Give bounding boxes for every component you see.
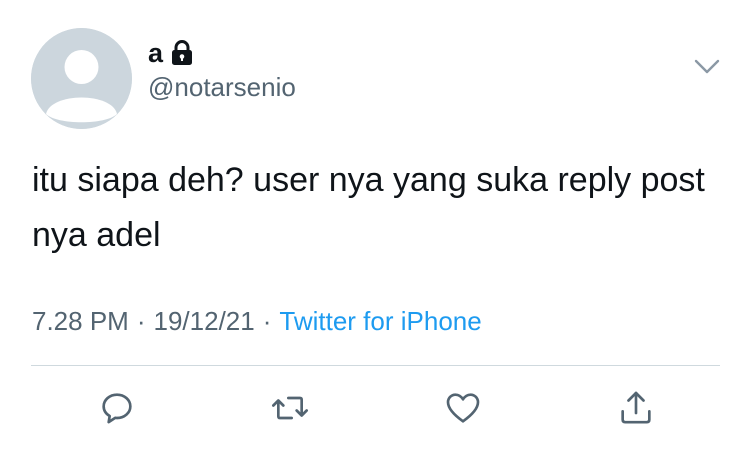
- share-icon: [621, 391, 651, 424]
- meta-separator: ·: [136, 306, 146, 336]
- tweet-time[interactable]: 7.28 PM: [32, 306, 129, 336]
- author-name-row: a: [148, 36, 193, 70]
- retweet-button[interactable]: [268, 386, 312, 430]
- retweet-icon: [272, 396, 308, 420]
- action-bar: [0, 386, 749, 434]
- chevron-down-icon[interactable]: [693, 56, 721, 78]
- default-avatar-icon: [31, 28, 132, 129]
- tweet-source-link[interactable]: Twitter for iPhone: [279, 306, 481, 336]
- tweet-card: a @notarsenio itu siapa deh? user nya ya…: [0, 0, 749, 449]
- heart-icon: [446, 393, 480, 423]
- tweet-text: itu siapa deh? user nya yang suka reply …: [32, 161, 705, 254]
- meta-separator: ·: [262, 306, 272, 336]
- author-handle[interactable]: @notarsenio: [148, 72, 296, 103]
- tweet-meta: 7.28 PM · 19/12/21 · Twitter for iPhone: [32, 306, 482, 337]
- lock-icon: [171, 40, 193, 66]
- divider: [31, 365, 720, 366]
- like-button[interactable]: [441, 386, 485, 430]
- display-name[interactable]: a: [148, 38, 163, 69]
- reply-button[interactable]: [95, 386, 139, 430]
- avatar[interactable]: [31, 28, 132, 129]
- reply-icon: [102, 393, 132, 424]
- tweet-date[interactable]: 19/12/21: [154, 306, 255, 336]
- share-button[interactable]: [614, 386, 658, 430]
